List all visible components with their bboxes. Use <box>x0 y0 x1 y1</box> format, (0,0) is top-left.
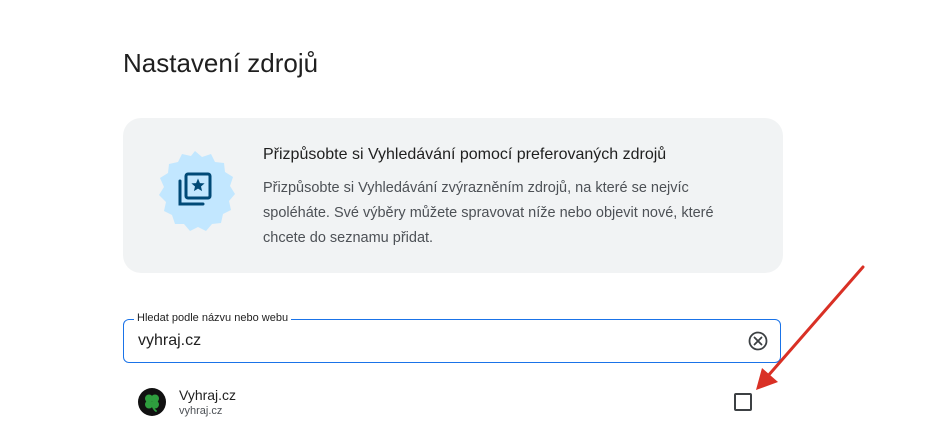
info-card: Přizpůsobte si Vyhledávání pomocí prefer… <box>123 118 783 273</box>
search-field[interactable]: Hledat podle názvu nebo webu <box>123 311 781 363</box>
four-leaf-clover-icon <box>138 388 166 416</box>
star-stack-icon <box>159 151 235 231</box>
source-settings-page: Nastavení zdrojů Přizpůsobte si Vyhledáv… <box>0 0 939 439</box>
info-card-heading: Přizpůsobte si Vyhledávání pomocí prefer… <box>263 146 667 163</box>
info-card-body: Přizpůsobte si Vyhledávání zvýrazněním z… <box>263 180 714 246</box>
list-item: Vyhraj.cz vyhraj.cz <box>123 380 783 424</box>
site-url: vyhraj.cz <box>179 405 223 417</box>
clear-circle-icon[interactable] <box>748 331 768 351</box>
page-title: Nastavení zdrojů <box>123 48 319 78</box>
source-checkbox[interactable] <box>734 393 752 411</box>
search-input[interactable] <box>124 320 724 361</box>
site-name: Vyhraj.cz <box>179 387 237 403</box>
